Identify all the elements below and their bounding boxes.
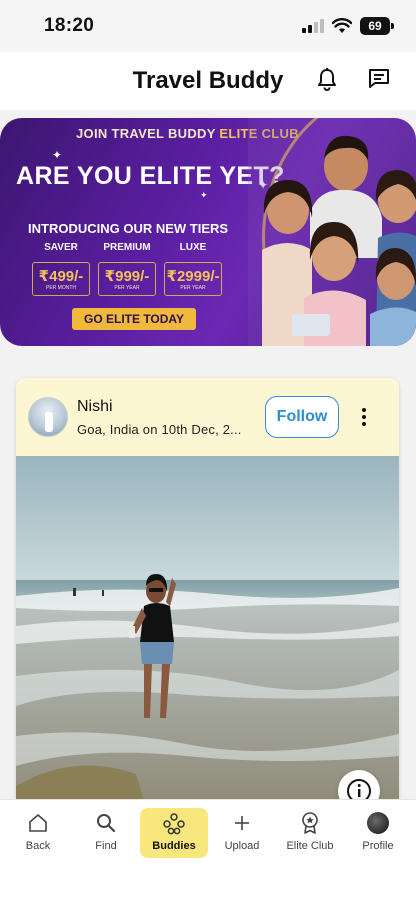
post-photo[interactable] <box>16 456 399 808</box>
banner-intro: INTRODUCING OUR NEW TIERS <box>28 221 229 236</box>
notifications-button[interactable] <box>314 66 340 92</box>
more-options-button[interactable] <box>354 406 374 428</box>
search-icon <box>97 814 116 833</box>
messages-button[interactable] <box>366 66 392 92</box>
status-bar: 18:20 69 <box>0 0 416 52</box>
battery-indicator: 69 <box>360 17 394 35</box>
nav-buddies[interactable]: Buddies <box>140 808 208 858</box>
profile-avatar <box>367 812 389 834</box>
wifi-icon <box>332 18 352 33</box>
post-author[interactable]: Nishi <box>77 398 242 416</box>
bottom-nav: Back Find Buddies Upload Elite Club Prof… <box>0 799 416 900</box>
tier-premium: PREMIUM ₹999/- PER YEAR <box>98 242 156 296</box>
go-elite-button[interactable]: GO ELITE TODAY <box>72 308 196 330</box>
page-title: Travel Buddy <box>132 67 284 94</box>
status-time: 18:20 <box>44 15 95 36</box>
plus-icon <box>235 816 249 830</box>
post-location: Goa, India on 10th Dec, 2... <box>77 421 242 437</box>
nav-back[interactable]: Back <box>4 808 72 858</box>
nav-upload[interactable]: Upload <box>208 808 276 858</box>
nav-elite-club[interactable]: Elite Club <box>276 808 344 858</box>
home-icon <box>29 814 47 832</box>
sparkle-icon: ✦ <box>52 148 63 162</box>
buddies-icon <box>163 813 185 835</box>
sparkle-icon: ✦ <box>200 190 208 200</box>
bell-icon <box>318 68 336 91</box>
avatar[interactable] <box>28 397 68 437</box>
elite-club-banner[interactable]: ✦ ✦ ✦ JOIN TRAVEL BUDDY ELITE CLUB ARE Y… <box>0 118 416 346</box>
chat-icon <box>369 69 389 88</box>
banner-group-photo <box>248 118 416 346</box>
nav-profile[interactable]: Profile <box>344 808 412 858</box>
banner-headline: ARE YOU ELITE YET? <box>16 162 285 190</box>
follow-button[interactable]: Follow <box>265 396 339 438</box>
status-icons: 69 <box>302 17 394 35</box>
tier-saver: SAVER ₹499/- PER MONTH <box>32 242 90 296</box>
more-vertical-icon <box>362 408 366 426</box>
tier-list: SAVER ₹499/- PER MONTH PREMIUM ₹999/- PE… <box>32 242 222 296</box>
badge-icon <box>302 812 318 834</box>
app-header: Travel Buddy <box>0 52 416 110</box>
nav-find[interactable]: Find <box>72 808 140 858</box>
post-card[interactable]: Nishi Goa, India on 10th Dec, 2... Follo… <box>16 378 399 808</box>
cellular-signal-icon <box>302 19 324 33</box>
tier-luxe: LUXE ₹2999/- PER YEAR <box>164 242 222 296</box>
post-header: Nishi Goa, India on 10th Dec, 2... Follo… <box>16 378 399 456</box>
